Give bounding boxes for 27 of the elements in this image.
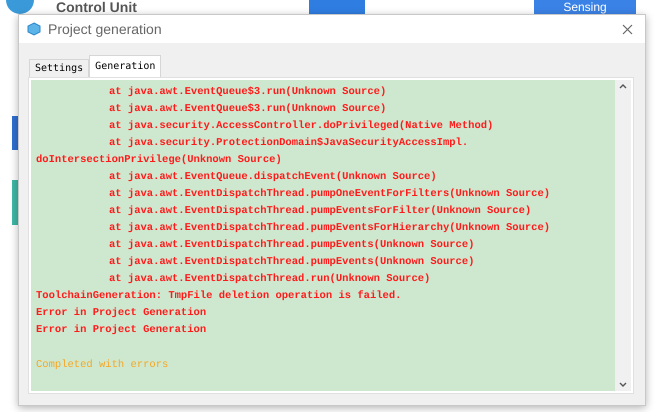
log-line: at java.awt.EventQueue.dispatchEvent(Unknown Source) <box>108 170 437 185</box>
log-line: ToolchainGeneration: TmpFile deletion operation is failed. <box>36 289 402 304</box>
tab[interactable]: Generation <box>89 55 162 77</box>
scrollbar[interactable] <box>615 80 631 391</box>
sensing-node: Sensing <box>534 0 636 14</box>
status-message: Completed with errors <box>36 358 168 373</box>
log-line: at java.awt.EventDispatchThread.run(Unknown Source) <box>108 272 430 287</box>
log-line: at java.awt.EventQueue$3.run(Unknown Source) <box>108 85 386 100</box>
close-icon[interactable] <box>622 24 633 35</box>
app-title: Control Unit <box>56 0 137 14</box>
log-line: at java.awt.EventDispatchThread.pumpEvents(Unknown Source) <box>108 255 474 270</box>
dialog-title: Project generation <box>48 21 163 37</box>
log-line: at java.awt.EventDispatchThread.pumpEvents(Unknown Source) <box>108 238 474 253</box>
log-line: at java.awt.EventDispatchThread.pumpOneEventForFilters(Unknown Source) <box>108 187 550 202</box>
log-line: doIntersectionPrivilege(Unknown Source) <box>36 153 282 168</box>
log-line: at java.awt.EventQueue$3.run(Unknown Source) <box>108 102 386 117</box>
scroll-down-icon[interactable] <box>619 382 627 387</box>
tab[interactable]: Settings <box>29 59 90 77</box>
cube-icon <box>27 22 41 36</box>
log-line: at java.awt.EventDispatchThread.pumpEventsForFilter(Unknown Source) <box>108 204 532 219</box>
scroll-up-icon[interactable] <box>619 84 627 89</box>
log-line: Error in Project Generation <box>36 323 206 338</box>
log-line: Error in Project Generation <box>36 306 206 321</box>
log-line: at java.security.ProtectionDomain$JavaSecurityAccessImpl. <box>108 136 468 151</box>
log-line: at java.security.AccessController.doPrivileged(Native Method) <box>108 119 494 134</box>
app-logo-icon <box>6 0 34 14</box>
log-line: at java.awt.EventDispatchThread.pumpEventsForHierarchy(Unknown Source) <box>108 221 550 236</box>
